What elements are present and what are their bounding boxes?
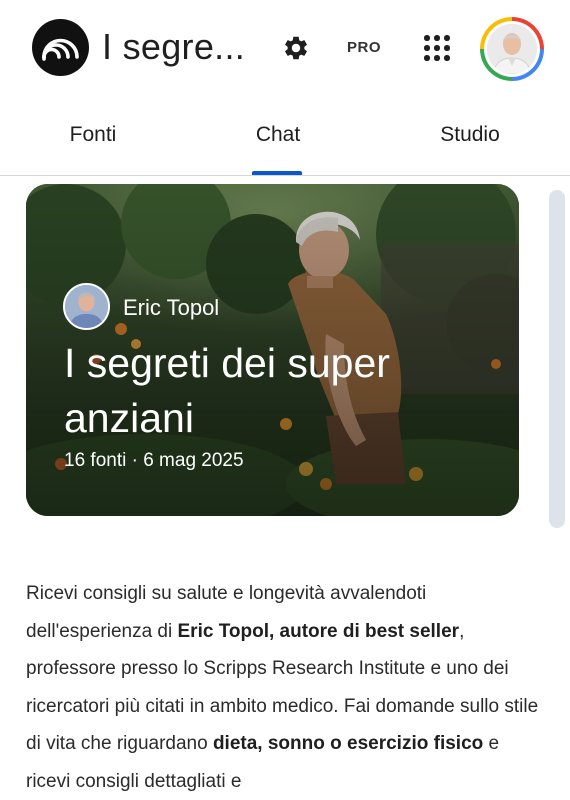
description-bold: Eric Topol, autore di best seller [177, 620, 460, 642]
notebook-cover-card: Eric Topol I segreti dei super anziani 1… [26, 184, 519, 516]
tab-bar: Fonti Chat Studio [0, 96, 570, 176]
account-avatar[interactable] [480, 17, 544, 81]
apps-grid-icon[interactable] [424, 35, 450, 61]
avatar-photo [487, 24, 537, 74]
tab-chat[interactable]: Chat [256, 123, 300, 147]
scrollbar-thumb[interactable] [549, 190, 565, 528]
tab-fonti[interactable]: Fonti [70, 123, 117, 147]
notebook-logo-icon[interactable] [32, 19, 89, 76]
notebook-cover-title: I segreti dei super anziani [64, 340, 390, 441]
pro-badge: PRO [347, 39, 382, 56]
notebook-meta: 16 fonti · 6 mag 2025 [64, 450, 244, 471]
top-app-bar: I segre... PRO [0, 0, 570, 96]
gear-icon[interactable] [282, 34, 310, 62]
notebook-description: Ricevi consigli su salute e longevità av… [26, 575, 546, 800]
notebook-title[interactable]: I segre... [102, 26, 245, 68]
author-name: Eric Topol [123, 295, 220, 320]
description-bold: dieta, sonno o esercizio fisico [212, 733, 484, 754]
tab-studio[interactable]: Studio [440, 123, 500, 147]
tab-selected-indicator [252, 171, 302, 175]
author-avatar [63, 283, 110, 330]
